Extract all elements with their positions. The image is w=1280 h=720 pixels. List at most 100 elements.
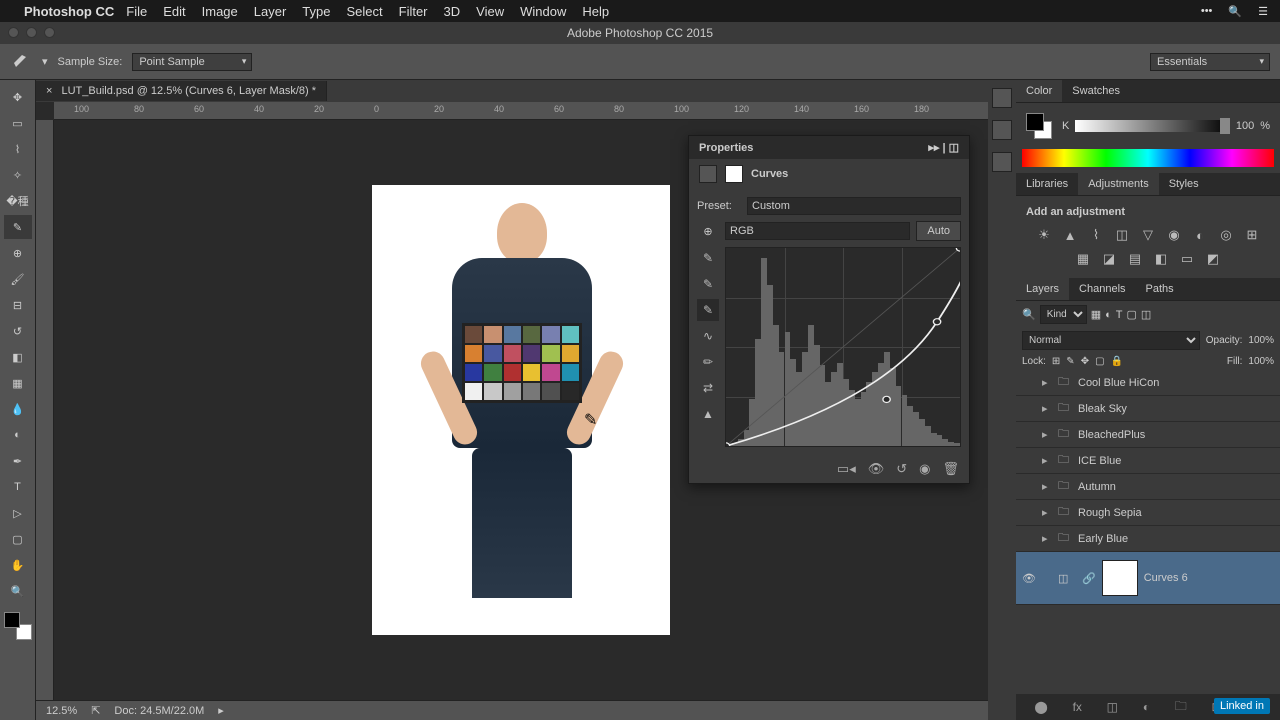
eyedropper-tool-icon[interactable]: ✎ (4, 215, 32, 239)
exposure-adj-icon[interactable]: ◫ (1112, 226, 1132, 244)
link-layers-icon[interactable]: ⬤ (1034, 700, 1047, 714)
libraries-tab[interactable]: Libraries (1016, 173, 1078, 195)
paths-tab[interactable]: Paths (1136, 278, 1184, 300)
layers-tab[interactable]: Layers (1016, 278, 1069, 300)
layer-group-row[interactable]: ▸ 🗀 Bleak Sky (1016, 396, 1280, 422)
target-adj-icon[interactable]: ⊕ (697, 225, 719, 238)
visibility-icon[interactable]: 👁 (1022, 572, 1036, 585)
curves-thumb-icon[interactable] (699, 165, 717, 183)
toggle-visibility-icon[interactable]: 👁 (868, 461, 885, 477)
close-tab-icon[interactable]: × (46, 85, 52, 97)
tool-preset-chevron-icon[interactable]: ▾ (42, 55, 48, 68)
menu-select[interactable]: Select (346, 4, 382, 19)
list-icon[interactable]: ☰ (1258, 5, 1268, 18)
invert-adj-icon[interactable]: ◪ (1099, 250, 1119, 268)
menu-edit[interactable]: Edit (163, 4, 185, 19)
pen-tool-icon[interactable]: ✒ (4, 449, 32, 473)
current-tool-icon[interactable] (10, 53, 32, 71)
clip-to-layer-icon[interactable]: ▭◂ (837, 461, 856, 477)
filter-adj-icon[interactable]: ◐ (1105, 309, 1112, 321)
marquee-tool-icon[interactable]: ▭ (4, 111, 32, 135)
brush-tool-icon[interactable]: 🖌 (4, 267, 32, 291)
draw-curve-icon[interactable]: ✏ (697, 351, 719, 373)
lock-all-icon[interactable]: 🔒 (1111, 356, 1123, 367)
new-adj-icon[interactable]: ◐ (1143, 700, 1150, 714)
channel-select[interactable]: RGB (725, 222, 910, 240)
menu-window[interactable]: Window (520, 4, 566, 19)
lock-artboard-icon[interactable]: ▢ (1095, 356, 1104, 367)
photo-filter-adj-icon[interactable]: ◎ (1216, 226, 1236, 244)
layer-fx-icon[interactable]: fx (1073, 700, 1082, 714)
wand-tool-icon[interactable]: ✧ (4, 163, 32, 187)
color-swatch[interactable] (1026, 113, 1052, 139)
history-brush-tool-icon[interactable]: ↺ (4, 319, 32, 343)
gray-point-icon[interactable]: ✎ (697, 273, 719, 295)
swatches-tab[interactable]: Swatches (1062, 80, 1130, 102)
dodge-tool-icon[interactable]: ◐ (4, 423, 32, 447)
layer-list[interactable]: ▸ 🗀 Cool Blue HiCon ▸ 🗀 Bleak Sky ▸ 🗀 Bl… (1016, 370, 1280, 694)
lock-paint-icon[interactable]: ✎ (1066, 356, 1074, 367)
styles-tab[interactable]: Styles (1159, 173, 1209, 195)
expand-icon[interactable]: ▸ (1042, 480, 1052, 493)
menu-type[interactable]: Type (302, 4, 330, 19)
levels-adj-icon[interactable]: ▲ (1060, 226, 1080, 244)
blend-mode-select[interactable]: Normal (1022, 331, 1200, 350)
brushes-panel-icon[interactable] (992, 152, 1012, 172)
history-panel-icon[interactable] (992, 88, 1012, 108)
zoom-tool-icon[interactable]: 🔍 (4, 579, 32, 603)
actions-panel-icon[interactable] (992, 120, 1012, 140)
document-tab[interactable]: × LUT_Build.psd @ 12.5% (Curves 6, Layer… (36, 81, 327, 101)
vibrance-adj-icon[interactable]: ▽ (1138, 226, 1158, 244)
gradient-tool-icon[interactable]: ▦ (4, 371, 32, 395)
menu-view[interactable]: View (476, 4, 504, 19)
layer-group-row[interactable]: ▸ 🗀 Autumn (1016, 474, 1280, 500)
threshold-adj-icon[interactable]: ◧ (1151, 250, 1171, 268)
eraser-tool-icon[interactable]: ◧ (4, 345, 32, 369)
layer-group-row[interactable]: ▸ 🗀 Rough Sepia (1016, 500, 1280, 526)
blur-tool-icon[interactable]: 💧 (4, 397, 32, 421)
menu-3d[interactable]: 3D (444, 4, 461, 19)
selected-layer-row[interactable]: 👁 ◫ 🔗 Curves 6 (1016, 552, 1280, 605)
layer-group-row[interactable]: ▸ 🗀 Early Blue (1016, 526, 1280, 552)
share-icon[interactable]: ⇱ (91, 704, 100, 717)
fg-bg-color[interactable] (4, 612, 32, 640)
layer-group-row[interactable]: ▸ 🗀 BleachedPlus (1016, 422, 1280, 448)
menu-file[interactable]: File (126, 4, 147, 19)
doc-info-chevron-icon[interactable]: ▸ (218, 704, 224, 717)
filter-search-icon[interactable]: 🔍 (1022, 308, 1036, 321)
filter-shape-icon[interactable]: ▢ (1127, 308, 1137, 321)
reset-icon[interactable]: ↺ (896, 461, 907, 477)
fill-value[interactable]: 100% (1248, 356, 1274, 367)
lock-pos-icon[interactable]: ✥ (1081, 356, 1089, 367)
zoom-level[interactable]: 12.5% (46, 705, 77, 717)
expand-icon[interactable]: ▸ (1042, 402, 1052, 415)
preset-select[interactable]: Custom (747, 197, 961, 215)
expand-icon[interactable]: ▸ (1042, 376, 1052, 389)
edit-curve-icon[interactable]: ∿ (697, 325, 719, 347)
collapse-icon[interactable]: ▸▸ | ◫ (928, 141, 959, 154)
stamp-tool-icon[interactable]: ⊟ (4, 293, 32, 317)
white-point-icon[interactable]: ✎ (697, 299, 719, 321)
preview-icon[interactable]: ◉ (919, 461, 930, 477)
mask-thumb-icon[interactable] (725, 165, 743, 183)
hand-tool-icon[interactable]: ✋ (4, 553, 32, 577)
auto-button[interactable]: Auto (916, 221, 961, 241)
traffic-lights[interactable] (8, 27, 55, 38)
hist-toggle-icon[interactable]: ▲ (697, 403, 719, 425)
color-tab[interactable]: Color (1016, 80, 1062, 102)
channels-tab[interactable]: Channels (1069, 278, 1135, 300)
smooth-curve-icon[interactable]: ⇄ (697, 377, 719, 399)
lasso-tool-icon[interactable]: ⌇ (4, 137, 32, 161)
type-tool-icon[interactable]: T (4, 475, 32, 499)
menu-help[interactable]: Help (582, 4, 609, 19)
new-group-icon[interactable]: 🗀 (1175, 697, 1187, 718)
filter-smart-icon[interactable]: ◫ (1141, 308, 1151, 321)
doc-info[interactable]: Doc: 24.5M/22.0M (114, 705, 204, 717)
shape-tool-icon[interactable]: ▢ (4, 527, 32, 551)
selective-color-adj-icon[interactable]: ◩ (1203, 250, 1223, 268)
link-icon[interactable]: 🔗 (1082, 572, 1096, 585)
expand-icon[interactable]: ▸ (1042, 454, 1052, 467)
heal-tool-icon[interactable]: ⊕ (4, 241, 32, 265)
bw-adj-icon[interactable]: ◐ (1190, 226, 1210, 244)
delete-adj-icon[interactable]: 🗑 (942, 461, 959, 477)
